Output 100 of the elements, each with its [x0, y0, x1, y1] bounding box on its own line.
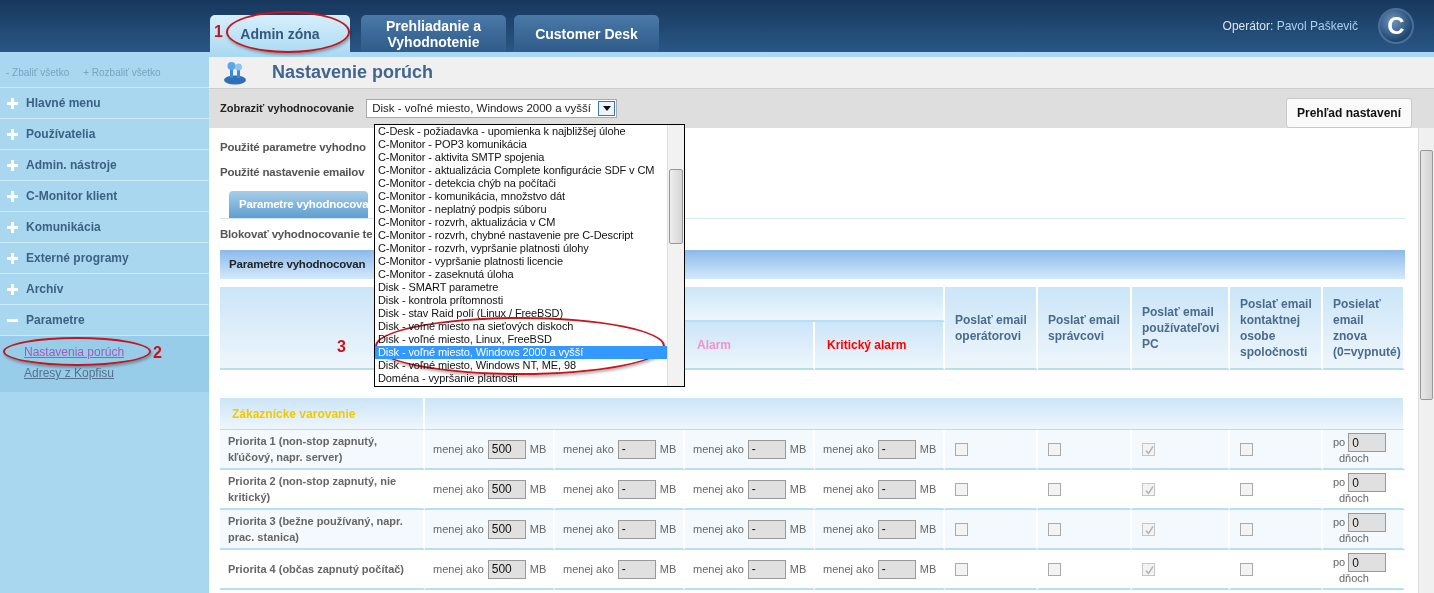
- row-label: Priorita 1 (non-stop zapnutý, kľúčový, napr. server): [220, 430, 425, 470]
- threshold-input[interactable]: -: [617, 519, 656, 539]
- unit-label: MB: [789, 561, 807, 577]
- sidebar-item-label: Admin. nástroje: [26, 157, 117, 174]
- field-label: menej ako: [433, 441, 484, 457]
- field-label: menej ako: [433, 561, 484, 577]
- unit-label: MB: [659, 561, 677, 577]
- days-input[interactable]: 0: [1348, 553, 1387, 572]
- threshold-input[interactable]: -: [877, 559, 916, 579]
- dropdown-option[interactable]: Disk - SMART parametre: [375, 281, 667, 294]
- dropdown-option[interactable]: C-Monitor - komunikácia, množstvo dát: [375, 190, 667, 203]
- field-label: menej ako: [563, 561, 614, 577]
- unit-label: dňoch: [1338, 532, 1370, 545]
- annotation-number: 3: [337, 337, 346, 357]
- dropdown-option[interactable]: Disk - kontrola prítomnosti: [375, 294, 667, 307]
- field-label: menej ako: [563, 521, 614, 537]
- field-label: po: [1333, 435, 1346, 451]
- dropdown-option[interactable]: C-Monitor - rozvrh, vypršanie platnosti úlohy: [375, 242, 667, 255]
- column-header: Poslať email operátorovi: [945, 287, 1038, 370]
- checkbox[interactable]: [955, 522, 968, 536]
- column-header: Posielať email znova (0=vypnuté): [1323, 287, 1405, 370]
- scrollbar[interactable]: [1418, 128, 1434, 593]
- unit-label: MB: [919, 481, 937, 497]
- threshold-input[interactable]: -: [617, 479, 656, 499]
- threshold-input[interactable]: -: [877, 519, 916, 539]
- dropdown-option[interactable]: C-Monitor - rozvrh, chybné nastavenie pre C-Descript: [375, 229, 667, 242]
- evaluation-select[interactable]: Disk - voľné miesto, Windows 2000 a vyšší: [366, 99, 618, 118]
- unit-label: MB: [789, 441, 807, 457]
- threshold-input[interactable]: -: [877, 479, 916, 499]
- checkbox[interactable]: [1048, 482, 1061, 496]
- annotation-number: 1: [214, 22, 223, 42]
- checkbox[interactable]: [1240, 522, 1253, 536]
- threshold-input[interactable]: -: [877, 439, 916, 459]
- sidebar-item-label: Komunikácia: [26, 219, 101, 236]
- checkbox[interactable]: [1048, 442, 1061, 456]
- dropdown-option[interactable]: Disk - stav Raid polí (Linux / FreeBSD): [375, 307, 667, 320]
- dropdown-option[interactable]: C-Monitor - rozvrh, aktualizácia v CM: [375, 216, 667, 229]
- dropdown-scrollbar[interactable]: [667, 125, 684, 386]
- users-icon: [223, 60, 247, 85]
- checkbox[interactable]: [1048, 562, 1061, 576]
- dropdown-option[interactable]: C-Desk - požiadavka - upomienka k najbližšej úlohe: [375, 125, 667, 138]
- dropdown-option[interactable]: C-Monitor - zaseknutá úloha: [375, 268, 667, 281]
- checkbox[interactable]: [1240, 562, 1253, 576]
- dropdown-option[interactable]: C-Monitor - detekcia chýb na počítači: [375, 177, 667, 190]
- threshold-input[interactable]: 500: [487, 559, 526, 579]
- checkbox[interactable]: [955, 482, 968, 496]
- unit-label: MB: [529, 441, 547, 457]
- field-label: menej ako: [433, 481, 484, 497]
- unit-label: MB: [789, 521, 807, 537]
- dropdown-option[interactable]: C-Monitor - vypršanie platnosti licencie: [375, 255, 667, 268]
- checkbox[interactable]: [955, 562, 968, 576]
- sidebar-item-label: Archív: [26, 281, 64, 298]
- nav-tab[interactable]: Prehliadanie a Vyhodnotenie: [361, 15, 506, 52]
- dropdown-option[interactable]: C-Monitor - POP3 komunikácia: [375, 138, 667, 151]
- threshold-input[interactable]: -: [747, 479, 786, 499]
- unit-label: dňoch: [1338, 492, 1370, 505]
- column-header: Poslať email správcovi: [1038, 287, 1132, 370]
- field-label: menej ako: [693, 441, 744, 457]
- field-label: menej ako: [563, 441, 614, 457]
- info-text: Použité nastavenie emailov: [220, 165, 365, 180]
- field-label: po: [1333, 515, 1346, 531]
- threshold-input[interactable]: -: [617, 439, 656, 459]
- dropdown-option[interactable]: C-Monitor - aktivita SMTP spojenia: [375, 151, 667, 164]
- threshold-input[interactable]: -: [747, 439, 786, 459]
- days-input[interactable]: 0: [1348, 473, 1387, 492]
- overview-button[interactable]: Prehľad nastavení: [1286, 97, 1412, 128]
- unit-label: dňoch: [1338, 452, 1370, 465]
- field-label: po: [1333, 555, 1346, 571]
- threshold-input[interactable]: -: [617, 559, 656, 579]
- app-logo: C: [1378, 8, 1414, 44]
- nav-tab[interactable]: Customer Desk: [514, 15, 659, 52]
- unit-label: MB: [919, 521, 937, 537]
- unit-label: MB: [659, 481, 677, 497]
- checkbox[interactable]: [1048, 522, 1061, 536]
- threshold-input[interactable]: 500: [487, 519, 526, 539]
- page-title: Nastavenie porúch: [272, 61, 434, 84]
- row-label: Priorita 3 (bežne používaný, napr. prac. stanica): [220, 510, 425, 550]
- threshold-input[interactable]: -: [747, 559, 786, 579]
- unit-label: MB: [919, 441, 937, 457]
- block-label: Blokovať vyhodnocovanie te: [220, 227, 373, 242]
- days-input[interactable]: 0: [1348, 433, 1387, 452]
- dropdown-option[interactable]: Doména - vypršanie platnosti: [375, 372, 667, 385]
- days-input[interactable]: 0: [1348, 513, 1387, 532]
- dropdown-option[interactable]: C-Monitor - neplatný podpis súboru: [375, 203, 667, 216]
- checkbox[interactable]: [1240, 482, 1253, 496]
- checkbox[interactable]: [955, 442, 968, 456]
- unit-label: MB: [659, 521, 677, 537]
- info-text: Použité parametre vyhodno: [220, 140, 366, 155]
- column-header: Poslať email kontaktnej osobe spoločnosti: [1230, 287, 1323, 370]
- checkbox[interactable]: [1240, 442, 1253, 456]
- sidebar-item-label: Používatelia: [26, 126, 96, 143]
- threshold-input[interactable]: -: [747, 519, 786, 539]
- field-label: menej ako: [693, 561, 744, 577]
- threshold-input[interactable]: 500: [487, 479, 526, 499]
- threshold-input[interactable]: 500: [487, 439, 526, 459]
- dropdown-option[interactable]: C-Monitor - aktualizácia Complete konfigurácie SDF v CM: [375, 164, 667, 177]
- field-label: menej ako: [433, 521, 484, 537]
- annotation-number: 2: [153, 343, 162, 363]
- dropdown-option[interactable]: Disk - voľné miesto, Linux, FreeBSD: [375, 333, 667, 346]
- sidebar-item-label: Externé programy: [26, 250, 129, 267]
